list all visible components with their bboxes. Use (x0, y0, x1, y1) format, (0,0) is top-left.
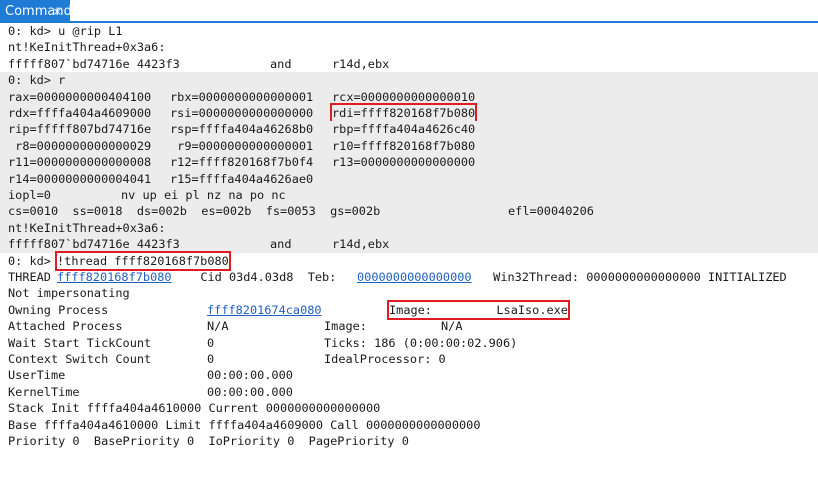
ticks-text: Ticks: 186 (0:00:00:02.906) (324, 335, 518, 350)
register-value: r15=ffffa404a4626ae0 (170, 171, 314, 186)
impersonation-status: Not impersonating (8, 286, 130, 301)
output-line: THREAD ffff820168f7b080 Cid 03d4.03d8 Te… (0, 269, 818, 285)
output-line: rdx=ffffa404a4609000 rsi=000000000000000… (0, 102, 818, 124)
wait-tick-label: Wait Start TickCount (8, 335, 152, 350)
ideal-processor-text: IdealProcessor: 0 (324, 352, 446, 366)
register-value: r10=ffff820168f7b080 (332, 138, 476, 153)
output-line: Context Switch Count 0 IdealProcessor: 0 (0, 351, 818, 367)
output-line: nt!KeInitThread+0x3a6: (0, 219, 818, 237)
priority-text: Priority 0 BasePriority 0 IoPriority 0 P… (8, 434, 409, 448)
symbol-text: nt!KeInitThread+0x3a6: (8, 40, 166, 55)
teb-address-link[interactable]: 0000000000000000 (357, 269, 472, 285)
register-value: r8=0000000000000029 (8, 138, 152, 153)
output-line: r14=0000000000004041 r15=ffffa404a4626ae… (0, 170, 818, 187)
output-line: fffff807`bd74716e 4423f3 and r14d,ebx (0, 56, 818, 72)
thread-state-text: Win32Thread: 0000000000000000 INITIALIZE… (486, 270, 787, 284)
register-value: rbp=ffffa404a4626c40 (332, 122, 476, 137)
flags-list: nv up ei pl nz na po nc (121, 188, 286, 202)
kerneltime-value: 00:00:00.000 (207, 384, 293, 399)
thread-label: THREAD (8, 270, 59, 284)
disasm-address: fffff807`bd74716e 4423f3 (8, 237, 180, 252)
output-line: nt!KeInitThread+0x3a6: (0, 39, 818, 55)
output-line: KernelTime 00:00:00.000 (0, 384, 818, 400)
output-line: 0: kd> r (0, 72, 818, 89)
register-value: rdx=ffffa404a4609000 (8, 106, 152, 120)
output-line: cs=0010 ss=0018 ds=002b es=002b fs=0053 … (0, 203, 818, 220)
thread-cid-text: Cid 03d4.03d8 Teb: (186, 270, 344, 284)
flags-iopl: iopl=0 (8, 188, 51, 202)
symbol-text: nt!KeInitThread+0x3a6: (8, 220, 166, 235)
disasm-operands: r14d,ebx (332, 56, 390, 71)
register-value: rsp=ffffa404a46268b0 (170, 122, 314, 137)
attached-process-label: Attached Process (8, 319, 123, 334)
output-line: Wait Start TickCount 0 Ticks: 186 (0:00:… (0, 335, 818, 351)
register-value: rip=fffff807bd74716e (8, 122, 152, 137)
highlighted-rdi-register: rdi=ffff820168f7b080 (329, 102, 478, 124)
owning-process-label: Owning Process (8, 302, 109, 317)
output-line: Owning Process ffff8201674ca080 Image: L… (0, 299, 818, 321)
output-line: 0: kd> u @rip L1 (0, 23, 818, 39)
context-switch-label: Context Switch Count (8, 352, 152, 366)
attached-image-value: N/A (441, 319, 463, 334)
kerneltime-label: KernelTime (8, 384, 80, 399)
command-output[interactable]: 0: kd> u @rip L1 nt!KeInitThread+0x3a6: … (0, 23, 818, 456)
highlighted-thread-command: !thread ffff820168f7b080 (55, 250, 231, 272)
output-line: Not impersonating (0, 285, 818, 301)
output-line: Attached Process N/A Image: N/A (0, 318, 818, 334)
output-line: rip=fffff807bd74716e rsp=ffffa404a46268b… (0, 121, 818, 138)
register-value: r9=0000000000000001 (170, 138, 314, 153)
register-value: rax=0000000000404100 (8, 89, 152, 104)
stack-base-text: Base ffffa404a4610000 Limit ffffa404a460… (8, 417, 481, 432)
disasm-operands: r14d,ebx (332, 237, 390, 252)
register-value: r14=0000000000004041 (8, 171, 152, 186)
output-line: fffff807`bd74716e 4423f3 and r14d,ebx (0, 236, 818, 253)
output-line: Stack Init ffffa404a4610000 Current 0000… (0, 400, 818, 416)
register-value: r13=0000000000000000 (332, 155, 476, 170)
tab-bar: Command × (0, 0, 818, 23)
disasm-mnemonic: and (270, 56, 292, 71)
output-line: r8=0000000000000029 r9=0000000000000001 … (0, 137, 818, 155)
owning-process-link[interactable]: ffff8201674ca080 (207, 302, 322, 318)
highlighted-image-name: Image: LsaIso.exe (387, 299, 570, 321)
prompt-command: 0: kd> r (8, 73, 66, 88)
output-line: Base ffffa404a4610000 Limit ffffa404a460… (0, 417, 818, 433)
stack-init-text: Stack Init ffffa404a4610000 Current 0000… (8, 401, 381, 416)
output-line: rax=0000000000404100 rbx=000000000000000… (0, 88, 818, 105)
register-value: r12=ffff820168f7b0f4 (170, 155, 314, 170)
output-line: r11=0000000000000008 r12=ffff820168f7b0f… (0, 154, 818, 171)
output-line: Priority 0 BasePriority 0 IoPriority 0 P… (0, 433, 818, 449)
efl-register: efl=00040206 (508, 204, 594, 219)
context-switch-value: 0 (207, 352, 215, 366)
register-value: rbx=0000000000000001 (170, 89, 314, 104)
disasm-mnemonic: and (270, 237, 292, 252)
prompt: 0: kd> (8, 253, 59, 268)
register-value: rsi=0000000000000000 (170, 106, 314, 120)
prompt-command: 0: kd> u @rip L1 (8, 24, 123, 38)
register-value: r11=0000000000000008 (8, 155, 152, 170)
output-line: iopl=0 nv up ei pl nz na po nc (0, 187, 818, 204)
register-value: rcx=0000000000000010 (332, 89, 476, 104)
segment-registers: cs=0010 ss=0018 ds=002b es=002b fs=0053 … (8, 204, 381, 219)
usertime-label: UserTime (8, 368, 66, 383)
attached-process-value: N/A (207, 319, 229, 334)
debugger-command-window: Command × 0: kd> u @rip L1 nt!KeInitThre… (0, 0, 818, 456)
wait-tick-value: 0 (207, 335, 215, 350)
attached-image-label: Image: (324, 319, 367, 334)
output-line: 0: kd> !thread ffff820168f7b080 (0, 250, 818, 272)
disasm-address: fffff807`bd74716e 4423f3 (8, 56, 180, 71)
close-icon[interactable]: × (53, 0, 62, 23)
tab-command[interactable]: Command × (0, 0, 72, 23)
output-line: UserTime 00:00:00.000 (0, 367, 818, 383)
thread-address-link[interactable]: ffff820168f7b080 (57, 269, 172, 285)
usertime-value: 00:00:00.000 (207, 368, 293, 383)
